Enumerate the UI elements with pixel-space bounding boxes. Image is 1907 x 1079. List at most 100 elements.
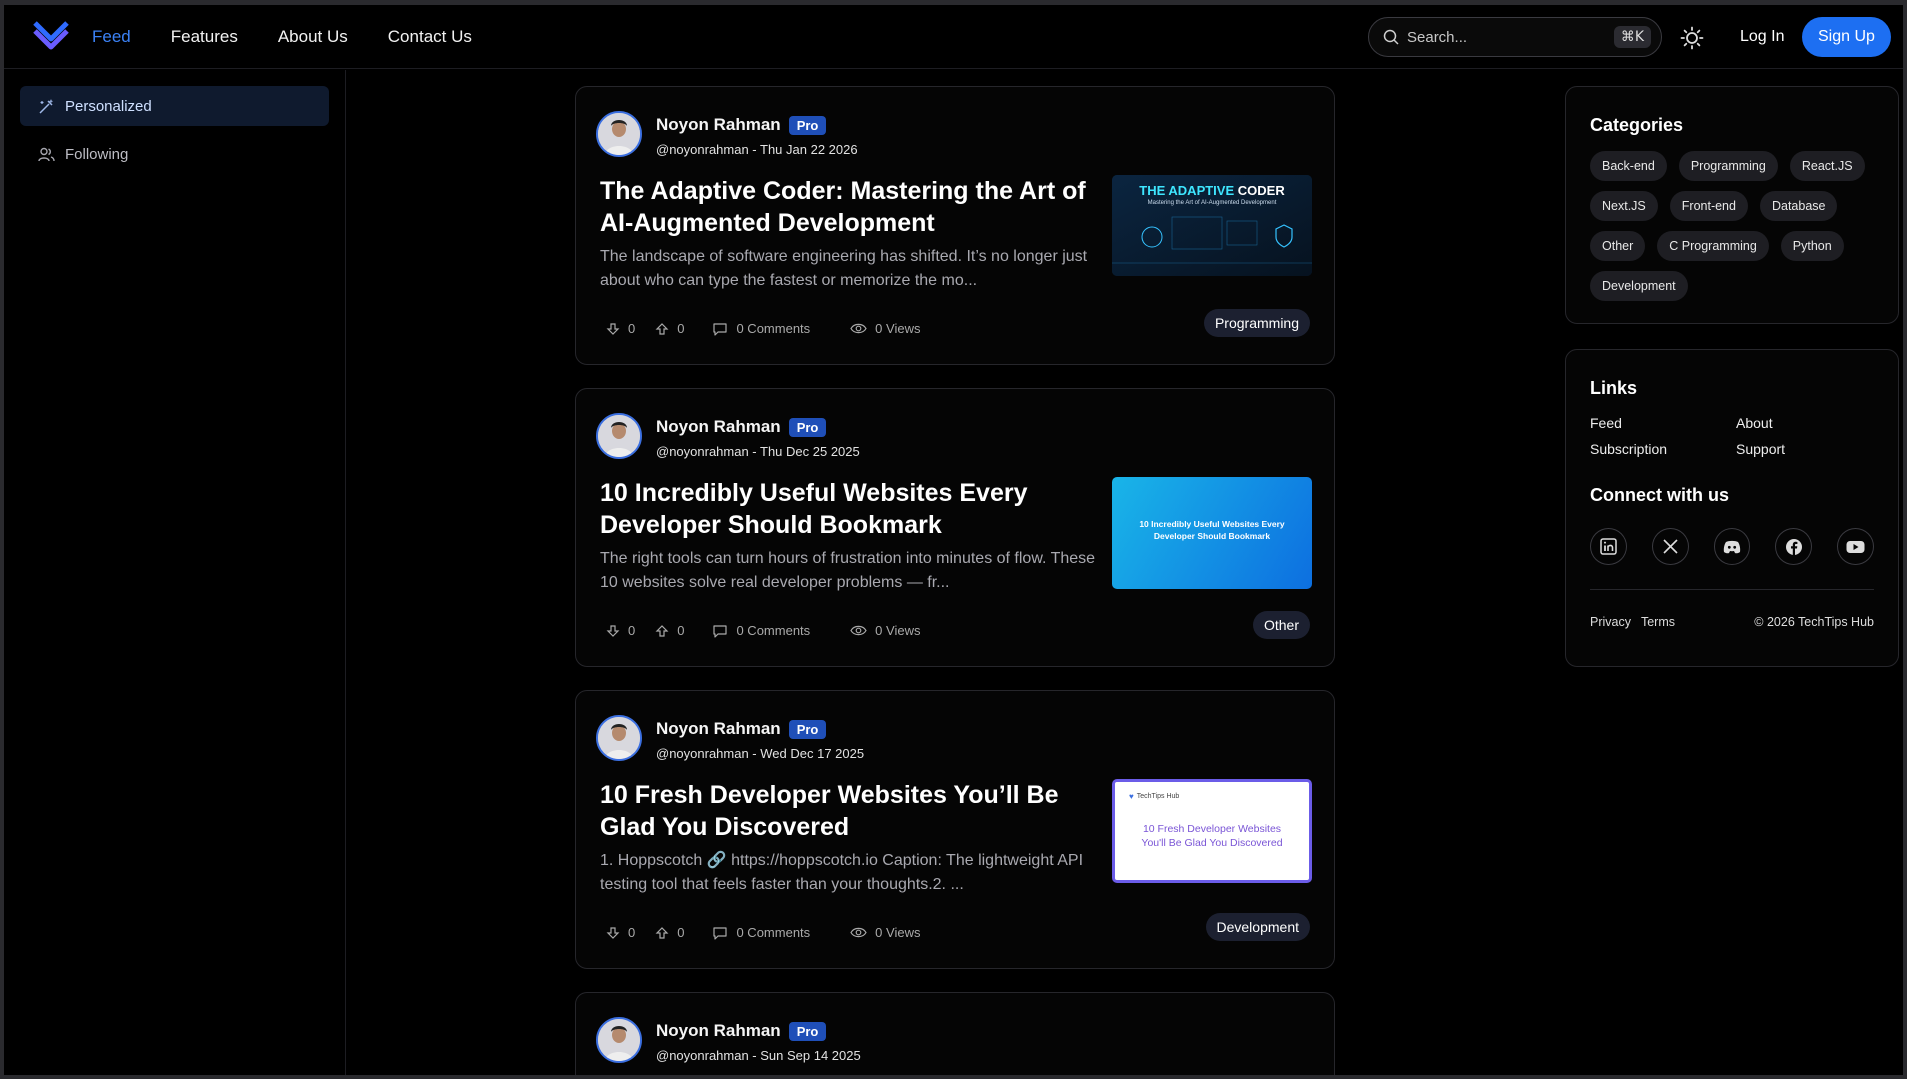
views-stat: 0 Views xyxy=(850,320,920,337)
comments-count: 0 Comments xyxy=(736,321,811,336)
users-icon xyxy=(38,147,55,161)
heart-logo-icon: ♥ xyxy=(1129,792,1134,801)
thumbnail-title: THE ADAPTIVE CODER xyxy=(1139,183,1285,198)
downvote-button[interactable]: 0 xyxy=(606,623,635,638)
category-chip-nextjs[interactable]: Next.JS xyxy=(1590,191,1658,221)
avatar[interactable] xyxy=(596,715,642,761)
comments-link[interactable]: 0 Comments xyxy=(712,321,810,337)
nav-contact-us[interactable]: Contact Us xyxy=(388,27,472,47)
footer-link-subscription[interactable]: Subscription xyxy=(1590,441,1736,457)
pro-badge: Pro xyxy=(788,115,827,135)
post-meta: @noyonrahman - Sun Sep 14 2025 xyxy=(656,1048,861,1063)
upvote-button[interactable]: 0 xyxy=(655,623,684,638)
avatar-photo xyxy=(598,415,640,457)
post-thumbnail[interactable]: THE ADAPTIVE CODER Mastering the Art of … xyxy=(1112,175,1312,276)
category-chip-other[interactable]: Other xyxy=(1590,231,1646,261)
comments-link[interactable]: 0 Comments xyxy=(712,623,810,639)
post-title[interactable]: 10 Incredibly Useful Websites Every Deve… xyxy=(600,477,1100,541)
post-title[interactable]: The Adaptive Coder: Mastering the Art of… xyxy=(600,175,1100,239)
post-card[interactable]: Noyon Rahman Pro @noyonrahman - Thu Dec … xyxy=(575,388,1335,667)
footer-link-about[interactable]: About xyxy=(1736,415,1856,431)
category-chip-c-programming[interactable]: C Programming xyxy=(1657,231,1769,261)
social-links xyxy=(1590,528,1874,565)
techtips-logo-icon[interactable] xyxy=(32,19,70,51)
category-chip-python[interactable]: Python xyxy=(1780,231,1844,261)
category-tag[interactable]: Development xyxy=(1205,913,1310,941)
links-panel: Links Feed About Subscription Support Co… xyxy=(1565,349,1899,667)
avatar-photo xyxy=(598,1019,640,1061)
avatar[interactable] xyxy=(596,413,642,459)
eye-icon xyxy=(850,625,867,636)
post-stats: 0 0 0 Comments 0 Views xyxy=(606,622,920,639)
views-count: 0 Views xyxy=(875,623,921,638)
eye-icon xyxy=(850,927,867,938)
links-title: Links xyxy=(1590,378,1638,398)
terms-link[interactable]: Terms xyxy=(1641,615,1675,629)
post-card[interactable]: Noyon Rahman Pro @noyonrahman - Sun Sep … xyxy=(575,992,1335,1075)
views-stat: 0 Views xyxy=(850,924,920,941)
post-thumbnail[interactable]: ♥ TechTips Hub 10 Fresh Developer Websit… xyxy=(1112,779,1312,883)
author-name[interactable]: Noyon Rahman xyxy=(656,417,781,437)
nav-features[interactable]: Features xyxy=(171,27,238,47)
category-tag[interactable]: Other xyxy=(1252,611,1310,639)
author-line: Noyon Rahman Pro xyxy=(656,719,827,739)
links-grid: Feed About Subscription Support xyxy=(1590,415,1874,457)
sun-icon[interactable] xyxy=(1680,26,1704,50)
category-chips: Back-end Programming React.JS Next.JS Fr… xyxy=(1590,151,1874,301)
category-tag[interactable]: Programming xyxy=(1203,309,1310,337)
category-chip-front-end[interactable]: Front-end xyxy=(1669,191,1748,221)
upvote-button[interactable]: 0 xyxy=(655,925,684,940)
search-shortcut-badge: ⌘K xyxy=(1613,26,1651,48)
upvote-count: 0 xyxy=(677,321,685,336)
category-chip-database[interactable]: Database xyxy=(1759,191,1838,221)
author-name[interactable]: Noyon Rahman xyxy=(656,719,781,739)
downvote-button[interactable]: 0 xyxy=(606,321,635,336)
nav-about-us[interactable]: About Us xyxy=(278,27,348,47)
top-navbar: Feed Features About Us Contact Us ⌘K Log… xyxy=(4,5,1903,69)
post-card[interactable]: Noyon Rahman Pro @noyonrahman - Thu Jan … xyxy=(575,86,1335,365)
avatar[interactable] xyxy=(596,1017,642,1063)
connect-title: Connect with us xyxy=(1590,485,1729,505)
sidebar-item-following[interactable]: Following xyxy=(20,134,329,174)
search-box[interactable]: ⌘K xyxy=(1368,17,1662,57)
arrow-up-icon xyxy=(655,926,669,939)
privacy-link[interactable]: Privacy xyxy=(1590,615,1631,629)
avatar[interactable] xyxy=(596,111,642,157)
footer-link-feed[interactable]: Feed xyxy=(1590,415,1736,431)
author-name[interactable]: Noyon Rahman xyxy=(656,1021,781,1041)
discord-icon[interactable] xyxy=(1713,528,1751,565)
post-thumbnail[interactable]: 10 Incredibly Useful Websites Every Deve… xyxy=(1112,477,1312,589)
comments-link[interactable]: 0 Comments xyxy=(712,925,810,941)
post-meta: @noyonrahman - Thu Jan 22 2026 xyxy=(656,142,858,157)
login-link[interactable]: Log In xyxy=(1740,5,1784,69)
thumbnail-subtitle: Mastering the Art of AI-Augmented Develo… xyxy=(1147,200,1277,206)
category-chip-back-end[interactable]: Back-end xyxy=(1590,151,1667,181)
comment-icon xyxy=(713,322,728,336)
facebook-icon[interactable] xyxy=(1775,528,1813,565)
comment-icon xyxy=(713,624,728,638)
comments-count: 0 Comments xyxy=(736,925,811,940)
footer-link-support[interactable]: Support xyxy=(1736,441,1856,457)
post-title[interactable]: 10 Fresh Developer Websites You’ll Be Gl… xyxy=(600,779,1100,843)
nav-feed[interactable]: Feed xyxy=(92,27,131,47)
downvote-count: 0 xyxy=(628,321,636,336)
post-excerpt: The landscape of software engineering ha… xyxy=(600,248,1088,289)
search-input[interactable] xyxy=(1407,28,1614,46)
arrow-down-icon xyxy=(606,322,620,335)
x-twitter-icon[interactable] xyxy=(1651,528,1689,565)
linkedin-icon[interactable] xyxy=(1590,528,1627,565)
post-stats: 0 0 0 Comments 0 Views xyxy=(606,320,920,337)
arrow-up-icon xyxy=(655,624,669,637)
upvote-button[interactable]: 0 xyxy=(655,321,684,336)
downvote-button[interactable]: 0 xyxy=(606,925,635,940)
category-chip-development[interactable]: Development xyxy=(1590,271,1688,301)
category-chip-programming[interactable]: Programming xyxy=(1678,151,1778,181)
category-chip-reactjs[interactable]: React.JS xyxy=(1789,151,1865,181)
signup-button[interactable]: Sign Up xyxy=(1802,17,1891,57)
sidebar-item-label: Following xyxy=(65,145,129,163)
author-name[interactable]: Noyon Rahman xyxy=(656,115,781,135)
youtube-icon[interactable] xyxy=(1837,528,1874,565)
post-card[interactable]: Noyon Rahman Pro @noyonrahman - Wed Dec … xyxy=(575,690,1335,969)
copyright-text: © 2026 TechTips Hub xyxy=(1754,615,1874,629)
sidebar-item-personalized[interactable]: Personalized xyxy=(20,86,329,126)
